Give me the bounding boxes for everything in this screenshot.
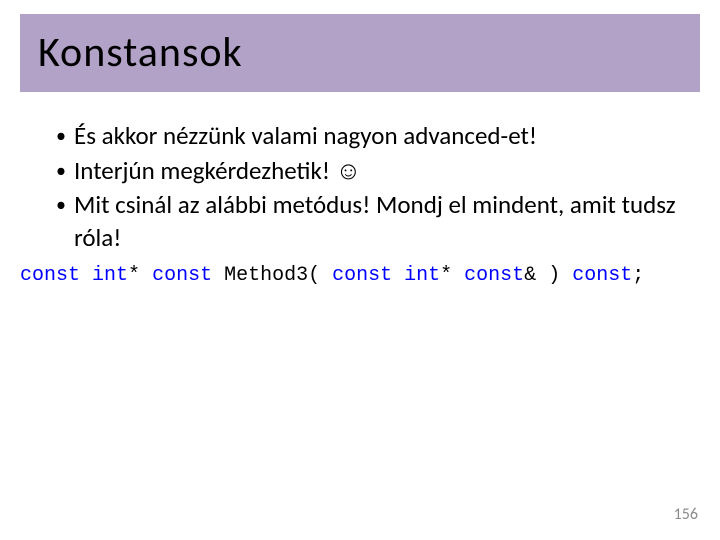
code-token: const xyxy=(20,264,80,287)
code-token: int xyxy=(92,264,128,287)
bullet-text: Interjún megkérdezhetik! ☺ xyxy=(74,155,680,188)
body-content: • És akkor nézzünk valami nagyon advance… xyxy=(56,120,680,287)
bullet-dot-icon: • xyxy=(56,189,74,221)
code-token: * xyxy=(440,264,464,287)
code-line: const int* const Method3( const int* con… xyxy=(20,264,680,287)
code-token: int xyxy=(404,264,440,287)
page-number: 156 xyxy=(674,505,698,524)
slide-title: Konstansok xyxy=(20,32,243,74)
code-token: const xyxy=(332,264,392,287)
code-token: & ) xyxy=(524,264,572,287)
bullet-item: • Mit csinál az alábbi metódus! Mondj el… xyxy=(56,189,680,254)
code-token: const xyxy=(464,264,524,287)
bullet-dot-icon: • xyxy=(56,120,74,152)
code-token: * xyxy=(128,264,152,287)
bullet-item: • Interjún megkérdezhetik! ☺ xyxy=(56,155,680,188)
code-token: ; xyxy=(632,264,644,287)
code-token: Method3( xyxy=(212,264,332,287)
code-token: const xyxy=(572,264,632,287)
bullet-item: • És akkor nézzünk valami nagyon advance… xyxy=(56,120,680,153)
code-token: const xyxy=(152,264,212,287)
code-token xyxy=(80,264,92,287)
slide: Konstansok • És akkor nézzünk valami nag… xyxy=(0,0,720,540)
title-band: Konstansok xyxy=(20,14,700,92)
bullet-text: Mit csinál az alábbi metódus! Mondj el m… xyxy=(74,189,680,254)
bullet-dot-icon: • xyxy=(56,155,74,187)
bullet-text: És akkor nézzünk valami nagyon advanced-… xyxy=(74,120,680,153)
code-token xyxy=(392,264,404,287)
